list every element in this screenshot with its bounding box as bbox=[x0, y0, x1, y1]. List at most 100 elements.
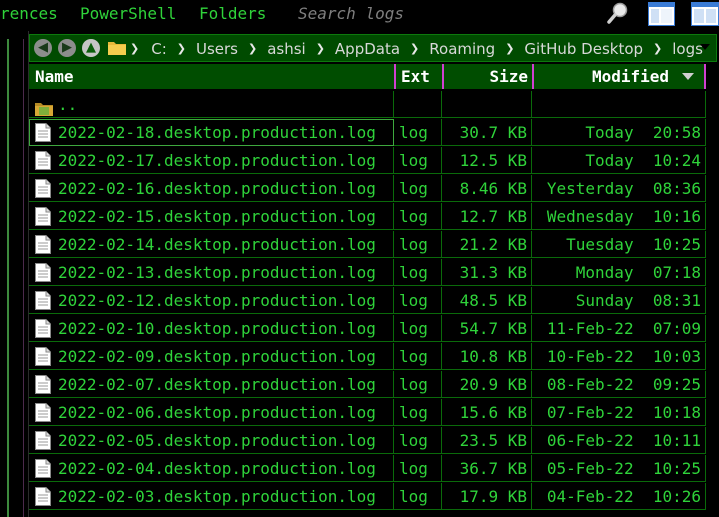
up-arrow-icon[interactable]: ▲ bbox=[82, 39, 100, 57]
file-name: 2022-02-06.desktop.production.log bbox=[58, 403, 376, 422]
table-row[interactable]: 2022-02-09.desktop.production.log log 10.8… bbox=[29, 343, 706, 371]
name-cell: 2022-02-04.desktop.production.log bbox=[29, 455, 394, 482]
size-cell: 36.7 KB bbox=[442, 455, 532, 482]
chevron-right-icon[interactable]: ❯ bbox=[653, 42, 662, 55]
chevron-right-icon[interactable]: ❯ bbox=[410, 42, 419, 55]
breadcrumb-item-appdata[interactable]: AppData bbox=[335, 40, 400, 58]
name-cell: 2022-02-14.desktop.production.log bbox=[29, 231, 394, 258]
name-cell: 2022-02-15.desktop.production.log bbox=[29, 203, 394, 230]
search-input[interactable]: Search logs bbox=[298, 4, 404, 24]
size-cell: 20.9 KB bbox=[442, 371, 532, 398]
table-row[interactable]: 2022-02-13.desktop.production.log log 31.3… bbox=[29, 259, 706, 287]
file-name: 2022-02-12.desktop.production.log bbox=[58, 291, 376, 310]
text-file-icon bbox=[35, 431, 51, 453]
breadcrumb-item-c[interactable]: C: bbox=[151, 40, 167, 58]
ext-cell: log bbox=[394, 287, 442, 314]
modified-cell: 10-Feb-22 10:03 bbox=[532, 343, 706, 370]
menu-folders[interactable]: Folders bbox=[199, 4, 266, 24]
breadcrumb-item-github-desktop[interactable]: GitHub Desktop bbox=[524, 40, 643, 58]
table-row[interactable]: 2022-02-17.desktop.production.log log 12.5… bbox=[29, 147, 706, 175]
file-name: 2022-02-16.desktop.production.log bbox=[58, 179, 376, 198]
size-cell: 23.5 KB bbox=[442, 427, 532, 454]
chevron-right-icon[interactable]: ❯ bbox=[316, 42, 325, 55]
name-cell: 2022-02-07.desktop.production.log bbox=[29, 371, 394, 398]
file-name: 2022-02-17.desktop.production.log bbox=[58, 151, 376, 170]
modified-cell: 06-Feb-22 10:11 bbox=[532, 427, 706, 454]
table-row[interactable]: 2022-02-05.desktop.production.log log 23.5… bbox=[29, 427, 706, 455]
table-row[interactable]: 2022-02-16.desktop.production.log log 8.46… bbox=[29, 175, 706, 203]
file-name: 2022-02-05.desktop.production.log bbox=[58, 431, 376, 450]
ext-cell: log bbox=[394, 455, 442, 482]
address-bar[interactable]: ◀ ▶ ▲ ❯ C: ❯ Users ❯ ashsi ❯ AppData ❯ R… bbox=[29, 34, 717, 62]
size-cell: 48.5 KB bbox=[442, 287, 532, 314]
modified-cell bbox=[532, 91, 706, 118]
text-file-icon bbox=[35, 347, 51, 369]
table-row[interactable]: 2022-02-07.desktop.production.log log 20.9… bbox=[29, 371, 706, 399]
modified-cell: Yesterday 08:36 bbox=[532, 175, 706, 202]
table-row[interactable]: 2022-02-10.desktop.production.log log 54.7… bbox=[29, 315, 706, 343]
ext-cell: log bbox=[394, 483, 442, 510]
column-header-name[interactable]: Name bbox=[29, 64, 396, 89]
table-row[interactable]: 2022-02-03.desktop.production.log log 17.9… bbox=[29, 483, 706, 511]
modified-cell: 05-Feb-22 10:25 bbox=[532, 455, 706, 482]
name-cell: 2022-02-03.desktop.production.log bbox=[29, 483, 394, 510]
search-icon[interactable] bbox=[606, 1, 630, 29]
breadcrumb: ❯ C: ❯ Users ❯ ashsi ❯ AppData ❯ Roaming… bbox=[130, 35, 703, 62]
text-file-icon bbox=[35, 235, 51, 257]
folder-icon bbox=[108, 40, 126, 59]
breadcrumb-item-logs[interactable]: logs bbox=[672, 40, 703, 58]
menu-powershell[interactable]: PowerShell bbox=[80, 4, 176, 24]
text-file-icon bbox=[35, 263, 51, 285]
chevron-down-icon[interactable] bbox=[700, 44, 710, 50]
breadcrumb-item-roaming[interactable]: Roaming bbox=[429, 40, 495, 58]
size-cell: 17.9 KB bbox=[442, 483, 532, 510]
name-cell: 2022-02-16.desktop.production.log bbox=[29, 175, 394, 202]
table-row[interactable]: 2022-02-18.desktop.production.log log 30.7… bbox=[29, 119, 706, 147]
name-cell: 2022-02-09.desktop.production.log bbox=[29, 343, 394, 370]
text-file-icon bbox=[35, 291, 51, 313]
table-row-parent[interactable]: .. bbox=[29, 91, 706, 119]
file-name: 2022-02-09.desktop.production.log bbox=[58, 347, 376, 366]
table-row[interactable]: 2022-02-14.desktop.production.log log 21.2… bbox=[29, 231, 706, 259]
modified-cell: 08-Feb-22 09:25 bbox=[532, 371, 706, 398]
breadcrumb-item-users[interactable]: Users bbox=[196, 40, 238, 58]
back-arrow-icon[interactable]: ◀ bbox=[34, 39, 52, 57]
parent-dir-label: .. bbox=[58, 95, 78, 114]
text-file-icon bbox=[35, 179, 51, 201]
modified-cell: Today 10:24 bbox=[532, 147, 706, 174]
menu-preferences[interactable]: rences bbox=[0, 4, 58, 24]
table-row[interactable]: 2022-02-12.desktop.production.log log 48.5… bbox=[29, 287, 706, 315]
ext-cell: log bbox=[394, 343, 442, 370]
breadcrumb-item-ashsi[interactable]: ashsi bbox=[267, 40, 306, 58]
left-pane-edge bbox=[0, 31, 29, 517]
table-row[interactable]: 2022-02-15.desktop.production.log log 12.7… bbox=[29, 203, 706, 231]
size-cell: 8.46 KB bbox=[442, 175, 532, 202]
column-header-size[interactable]: Size bbox=[444, 64, 534, 89]
chevron-right-icon[interactable]: ❯ bbox=[177, 42, 186, 55]
file-name: 2022-02-04.desktop.production.log bbox=[58, 459, 376, 478]
table-row[interactable]: 2022-02-04.desktop.production.log log 36.7… bbox=[29, 455, 706, 483]
ext-cell: log bbox=[394, 427, 442, 454]
chevron-right-icon[interactable]: ❯ bbox=[130, 42, 139, 55]
column-header-ext[interactable]: Ext bbox=[396, 64, 444, 89]
ext-cell: log bbox=[394, 175, 442, 202]
file-name: 2022-02-07.desktop.production.log bbox=[58, 375, 376, 394]
pane-divider[interactable] bbox=[7, 39, 24, 517]
file-name: 2022-02-10.desktop.production.log bbox=[58, 319, 376, 338]
name-cell: 2022-02-17.desktop.production.log bbox=[29, 147, 394, 174]
dual-pane-icon[interactable] bbox=[691, 2, 719, 30]
forward-arrow-icon[interactable]: ▶ bbox=[58, 39, 76, 57]
text-file-icon bbox=[35, 123, 51, 145]
text-file-icon bbox=[35, 207, 51, 229]
ext-cell: log bbox=[394, 315, 442, 342]
column-header-modified[interactable]: Modified bbox=[534, 64, 706, 89]
modified-cell: Monday 07:18 bbox=[532, 259, 706, 286]
ext-cell: log bbox=[394, 371, 442, 398]
size-cell bbox=[442, 91, 532, 118]
ext-cell: log bbox=[394, 203, 442, 230]
layout-view-icon[interactable] bbox=[648, 2, 675, 30]
menu-bar: rences PowerShell Folders Search logs bbox=[0, 0, 719, 31]
chevron-right-icon[interactable]: ❯ bbox=[505, 42, 514, 55]
table-row[interactable]: 2022-02-06.desktop.production.log log 15.6… bbox=[29, 399, 706, 427]
chevron-right-icon[interactable]: ❯ bbox=[248, 42, 257, 55]
